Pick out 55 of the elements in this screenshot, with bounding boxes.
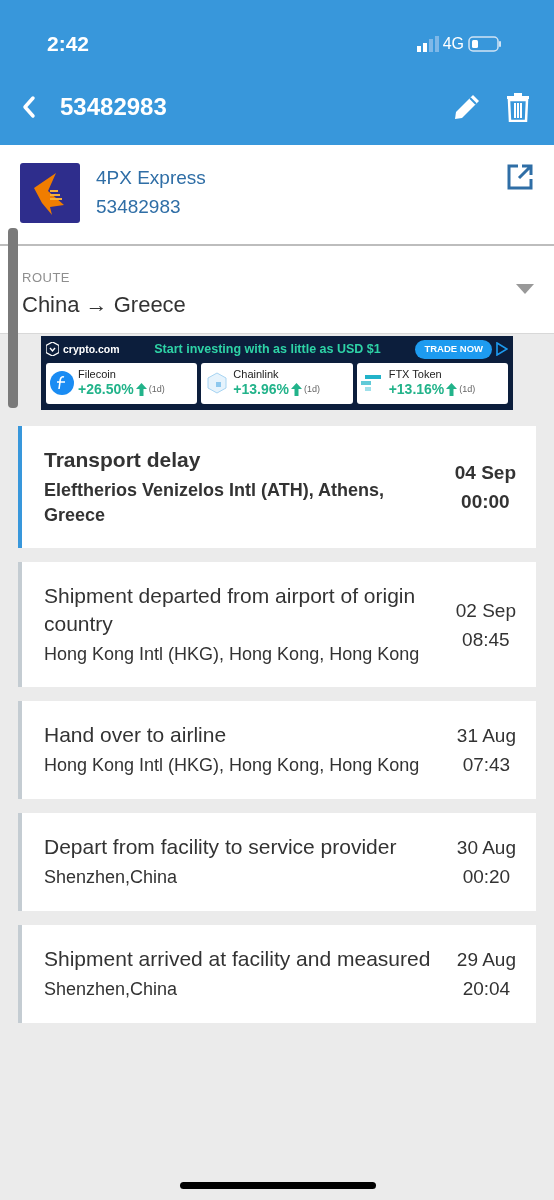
trade-now-button[interactable]: TRADE NOW <box>415 340 492 359</box>
coin-icon <box>50 371 74 396</box>
play-icon <box>496 342 508 357</box>
event-date: 31 Aug <box>456 724 516 748</box>
event-title: Depart from facility to service provider <box>44 834 398 860</box>
up-arrow-icon <box>446 383 458 397</box>
event-time: 20:04 <box>461 977 512 1001</box>
route-value: China → Greece <box>22 290 186 319</box>
external-link-button[interactable] <box>506 163 534 191</box>
up-arrow-icon <box>135 383 147 397</box>
event-date: 30 Aug <box>456 836 516 860</box>
tracking-number: 53482983 <box>96 195 182 219</box>
ad-banner[interactable]: crypto.com Start investing with as little as USD $1 TRADE NOW Filecoin +26.50% (1d) Chainlink +13.96% (1d) FTX Token +13.16% (1d) <box>41 336 513 410</box>
battery-icon <box>468 36 502 52</box>
carrier-logo <box>20 163 80 223</box>
event-location: Shenzhen,China <box>44 978 179 1001</box>
signal-icon <box>416 36 439 52</box>
scrollbar[interactable] <box>8 228 18 408</box>
event-location: Hong Kong Intl (HKG), Hong Kong, Hong Kong <box>44 643 421 666</box>
ad-headline: Start investing with as little as USD $1 <box>154 341 381 358</box>
event-title: Transport delay <box>44 447 202 473</box>
dropdown-caret-icon[interactable] <box>516 284 534 294</box>
event-time: 00:20 <box>461 865 512 889</box>
coin-name: Chainlink <box>233 368 280 382</box>
event-title: Hand over to airline <box>44 722 228 748</box>
ad-brand: crypto.com <box>63 341 120 357</box>
event-time: 00:00 <box>460 490 511 514</box>
coin-change: +13.16% <box>388 381 445 399</box>
coin-change: +26.50% <box>78 381 134 399</box>
route-label: ROUTE <box>22 269 71 287</box>
coin-change: +13.96% <box>233 381 289 399</box>
event-time: 07:43 <box>461 753 512 777</box>
coin-name: FTX Token <box>388 368 443 382</box>
event-location: Eleftherios Venizelos Intl (ATH), Athens, Greece <box>44 479 386 527</box>
coin-period: (1d) <box>148 383 165 396</box>
brand-logo-icon <box>46 342 59 357</box>
event-title: Shipment arrived at facility and measured <box>44 946 432 972</box>
event-location: Hong Kong Intl (HKG), Hong Kong, Hong Kong <box>44 754 421 777</box>
delete-button[interactable] <box>506 91 530 122</box>
event-title: Shipment departed from airport of origin country <box>44 583 417 637</box>
coin-name: Filecoin <box>78 368 117 382</box>
cube-icon <box>205 371 230 396</box>
event-date: 29 Aug <box>456 948 516 972</box>
event-time: 08:45 <box>461 627 511 652</box>
status-time: 2:42 <box>47 31 90 58</box>
network-label: 4G <box>442 34 464 54</box>
coin-period: (1d) <box>304 383 320 396</box>
coin-period: (1d) <box>459 383 476 396</box>
back-button[interactable] <box>22 94 36 119</box>
event-date: 02 Sep <box>455 598 516 623</box>
page-title: 53482983 <box>60 91 168 122</box>
event-location: Shenzhen,China <box>44 866 179 889</box>
event-date: 04 Sep <box>454 461 516 485</box>
carrier-name[interactable]: 4PX Express <box>96 163 506 192</box>
up-arrow-icon <box>291 383 302 397</box>
